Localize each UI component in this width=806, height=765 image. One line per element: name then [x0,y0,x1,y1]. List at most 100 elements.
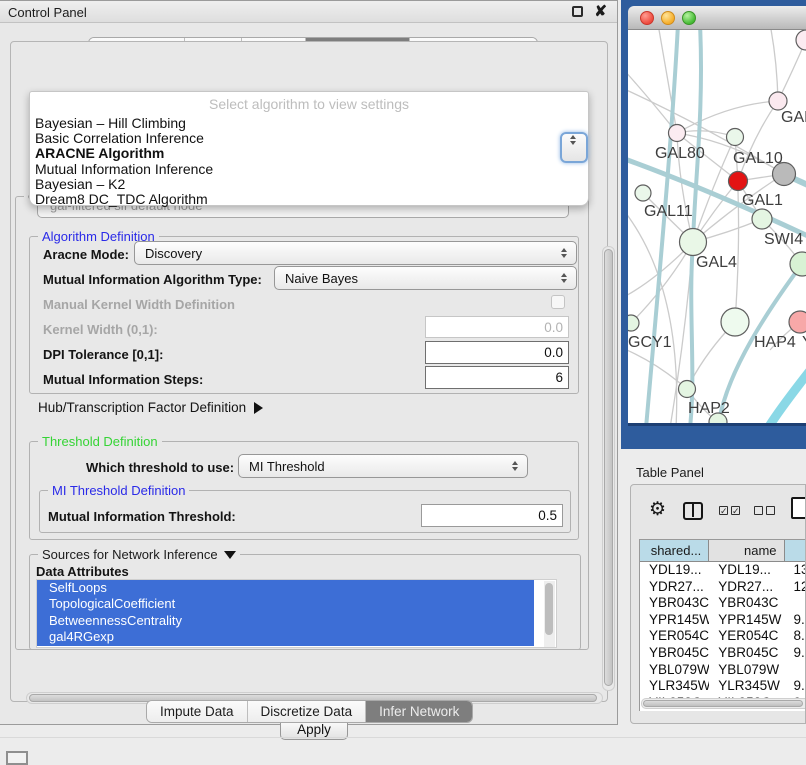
table-cell[interactable] [785,595,806,612]
table-cell[interactable]: YLR345W [709,678,784,695]
manual-kernel-width-checkbox[interactable] [551,295,565,309]
network-edge[interactable] [646,30,678,423]
table-cell[interactable]: YDR27... [640,579,709,596]
table-cell[interactable]: YBR045C [640,645,709,662]
algorithm-option[interactable]: Bayesian – K2 [30,177,588,192]
network-node[interactable] [635,185,651,201]
aracne-mode-combo[interactable]: Discovery [134,241,577,265]
table-row[interactable]: YBR043CYBR043C [640,595,806,612]
column-header[interactable]: shared... [640,540,709,561]
table-cell[interactable]: YBL079W [640,662,709,679]
table-horizontal-scrollbar[interactable] [641,698,806,709]
which-threshold-combo[interactable]: MI Threshold [238,454,528,478]
attribute-item[interactable]: SelfLoops [37,580,534,596]
hub-definition-toggle[interactable]: Hub/Transcription Factor Definition [38,400,263,415]
table-cell[interactable]: 8. [785,628,806,645]
deselect-all-checkboxes-icon[interactable] [754,506,775,515]
focused-combo-stepper[interactable] [560,132,588,163]
network-edge[interactable] [628,348,687,389]
mi-steps-input[interactable]: 6 [425,366,569,389]
attribute-item[interactable]: BetweennessCentrality [37,613,534,629]
network-node[interactable] [789,311,806,333]
attribute-item[interactable]: gal4RGexp [37,629,534,645]
network-view-window: GALGAL80GAL10GAL11GAL1SWI4GAL4GCY1HAP4YH… [621,0,806,449]
table-cell[interactable]: YDL19... [709,562,784,579]
table-row[interactable]: YBL079WYBL079W [640,662,806,679]
table-cell[interactable] [785,662,806,679]
select-all-checkboxes-icon[interactable]: ✓✓ [719,506,740,515]
network-node[interactable] [729,172,748,191]
network-node[interactable] [680,229,707,256]
attributes-scrollbar[interactable] [544,581,555,647]
network-node[interactable] [796,30,806,50]
algorithm-option[interactable]: Bayesian – Hill Climbing [30,116,588,131]
table-row[interactable]: YDR27...YDR27...12 [640,579,806,596]
table-cell[interactable]: YDL19... [640,562,709,579]
table-cell[interactable]: YLR345W [640,678,709,695]
attribute-item[interactable]: TopologicalCoefficient [37,596,534,612]
table-cell[interactable]: YER054C [709,628,784,645]
network-edge[interactable] [677,101,778,133]
table-cell[interactable]: YBL079W [709,662,784,679]
node-label: HAP4 [754,334,796,351]
split-columns-icon[interactable] [683,502,703,520]
network-node[interactable] [628,315,639,331]
table-cell[interactable]: 9. [785,612,806,629]
algorithm-option[interactable]: Basic Correlation Inference [30,131,588,146]
hub-definition-label: Hub/Transcription Factor Definition [38,400,246,415]
table-cell[interactable]: 12 [785,579,806,596]
table-cell[interactable]: 9. [785,678,806,695]
table-row[interactable]: YLR345WYLR345W9. [640,678,806,695]
network-window-titlebar[interactable] [628,6,806,30]
minimized-window-icon[interactable] [6,751,28,765]
dpi-tolerance-input[interactable]: 0.0 [425,341,569,364]
network-node[interactable] [790,252,806,276]
network-edge[interactable] [628,208,677,423]
network-canvas[interactable]: GALGAL80GAL10GAL11GAL1SWI4GAL4GCY1HAP4YH… [628,30,806,423]
minimize-traffic-light-button[interactable] [661,11,675,25]
network-node[interactable] [669,125,686,142]
gear-icon[interactable]: ⚙ [649,498,666,521]
tab-impute-data[interactable]: Impute Data [147,701,248,722]
new-column-icon[interactable] [791,497,806,519]
table-row[interactable]: YDL19...YDL19...13 [640,562,806,579]
mi-threshold-input[interactable]: 0.5 [421,504,563,527]
network-node[interactable] [752,209,772,229]
algorithm-option[interactable]: Mutual Information Inference [30,162,588,177]
table-row[interactable]: YBR045CYBR045C9. [640,645,806,662]
table-cell[interactable]: YBR043C [640,595,709,612]
table-cell[interactable]: 13 [785,562,806,579]
table-cell[interactable]: YER054C [640,628,709,645]
network-node[interactable] [769,92,787,110]
network-node[interactable] [679,381,696,398]
algorithm-option[interactable]: Dream8 DC_TDC Algorithm [30,192,588,207]
network-edge[interactable] [768,368,806,423]
close-traffic-light-button[interactable] [640,11,654,25]
float-window-icon[interactable] [572,6,583,17]
mi-type-combo[interactable]: Naive Bayes [274,266,577,290]
table-cell[interactable]: YBR045C [709,645,784,662]
table-cell[interactable]: YPR145W [640,612,709,629]
network-edge[interactable] [738,101,778,181]
table-cell[interactable]: YPR145W [709,612,784,629]
column-header[interactable] [785,540,806,561]
sources-legend[interactable]: Sources for Network Inference [38,547,240,562]
close-icon[interactable]: ✘ [594,2,607,20]
table-cell[interactable]: 9. [785,645,806,662]
table-row[interactable]: YER054CYER054C8. [640,628,806,645]
table-cell[interactable]: YDR27... [709,579,784,596]
kernel-width-input[interactable]: 0.0 [425,316,569,338]
tab-discretize-data[interactable]: Discretize Data [248,701,367,722]
column-header[interactable]: name [709,540,784,561]
zoom-traffic-light-button[interactable] [682,11,696,25]
settings-vertical-scrollbar[interactable] [602,246,615,691]
control-panel-titlebar[interactable]: Control Panel ✘ [0,1,617,23]
table-header-row: shared...name [640,540,806,562]
tab-infer-network[interactable]: Infer Network [366,701,472,722]
network-node[interactable] [721,308,749,336]
table-cell[interactable]: YBR043C [709,595,784,612]
network-node[interactable] [727,129,744,146]
table-row[interactable]: YPR145WYPR145W9. [640,612,806,629]
network-edge[interactable] [770,30,778,101]
algorithm-option[interactable]: ARACNE Algorithm [30,146,588,161]
